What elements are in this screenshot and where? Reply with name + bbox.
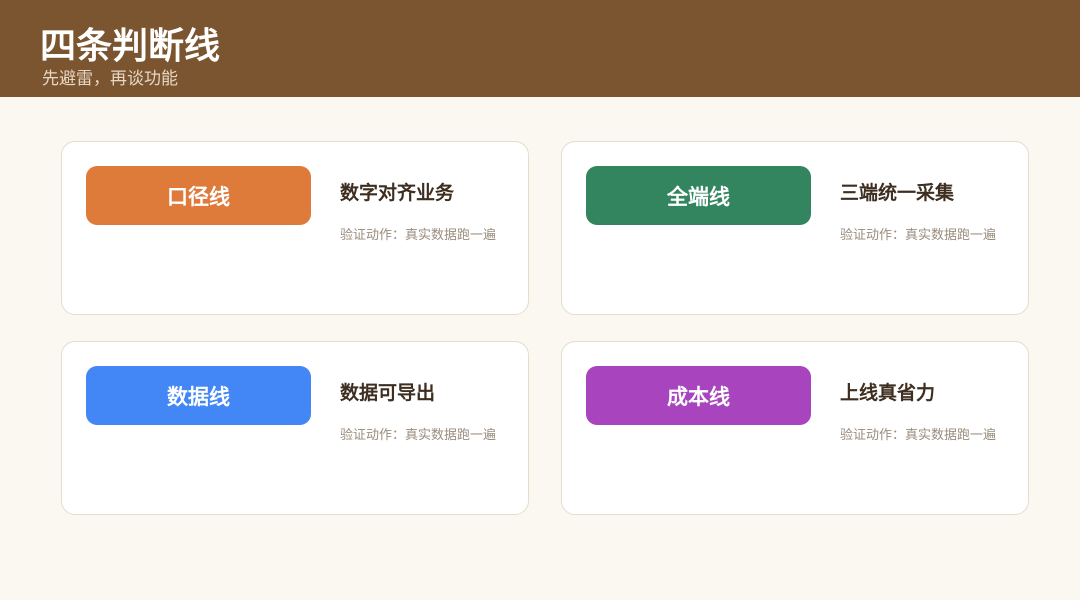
card-all-platform-line: 全端线 三端统一采集 验证动作：真实数据跑一遍	[561, 141, 1029, 315]
card-title: 上线真省力	[840, 382, 936, 404]
card-note: 验证动作：真实数据跑一遍	[340, 228, 497, 243]
card-note: 验证动作：真实数据跑一遍	[340, 428, 497, 443]
card-label-badge: 全端线	[586, 166, 811, 225]
card-note: 验证动作：真实数据跑一遍	[840, 428, 997, 443]
card-cost-line: 成本线 上线真省力 验证动作：真实数据跑一遍	[561, 341, 1029, 515]
card-note: 验证动作：真实数据跑一遍	[840, 228, 997, 243]
card-title: 数字对齐业务	[340, 182, 455, 204]
page-subtitle: 先避雷，再谈功能	[42, 69, 178, 89]
card-label-badge: 成本线	[586, 366, 811, 425]
card-title: 三端统一采集	[840, 182, 955, 204]
page-title: 四条判断线	[40, 26, 221, 67]
card-title: 数据可导出	[340, 382, 436, 404]
card-caliber-line: 口径线 数字对齐业务 验证动作：真实数据跑一遍	[61, 141, 529, 315]
card-label-badge: 口径线	[86, 166, 311, 225]
header-bar: 四条判断线 先避雷，再谈功能	[0, 0, 1080, 97]
card-label-badge: 数据线	[86, 366, 311, 425]
card-data-line: 数据线 数据可导出 验证动作：真实数据跑一遍	[61, 341, 529, 515]
